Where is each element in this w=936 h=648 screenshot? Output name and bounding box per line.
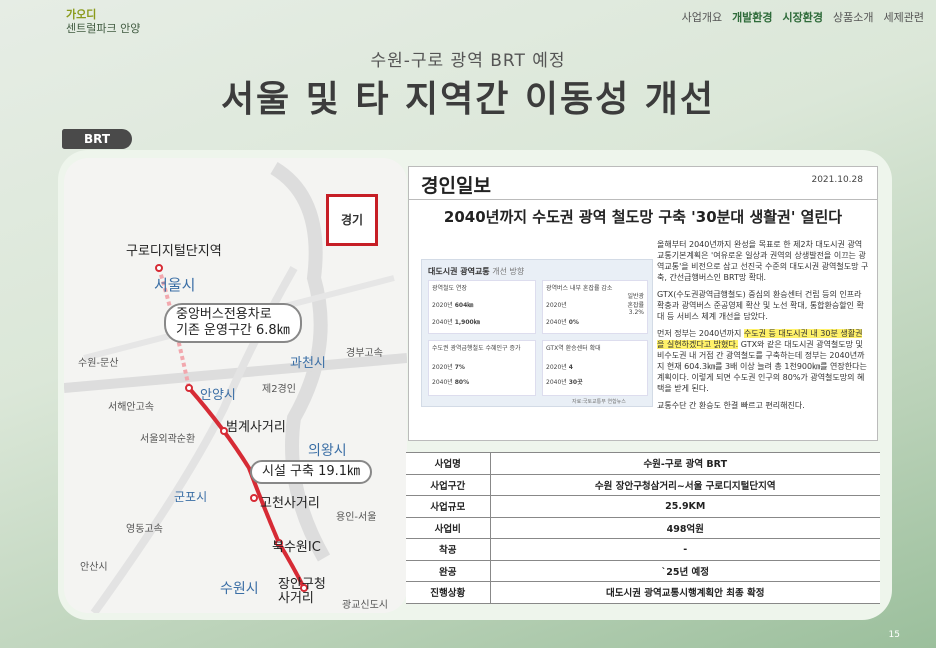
table-row: 사업명 수원-구로 광역 BRT <box>406 452 880 475</box>
nav-item-overview[interactable]: 사업개요 <box>682 9 722 25</box>
infographic-box-population: 수도권 광역급행철도 수혜인구 증가 2020년 7% 2040년 80% <box>428 340 536 396</box>
news-paragraph: 교통수단 간 환승도 한결 빠르고 편리해진다. <box>657 401 805 410</box>
label-ansan: 안산시 <box>80 562 108 573</box>
inset-map-gyeonggi: 경기 <box>326 194 378 246</box>
nav-item-market[interactable]: 시장환경 <box>783 9 823 25</box>
news-paragraph: 올해부터 2040년까지 완성을 목표로 한 제2차 대도시권 광역교통기본계획… <box>657 240 869 282</box>
infographic-credit: 자료:국토교통부 연합뉴스 <box>572 399 626 405</box>
label-gwanggyo: 광교신도시 <box>342 600 388 611</box>
page-number: 15 <box>888 630 900 640</box>
label-seohaean: 서해안고속 <box>108 402 154 413</box>
top-nav: 사업개요 개발환경 시장환경 상품소개 세제관련 <box>682 9 924 25</box>
label-gochunsa: 고천사거리 <box>260 496 320 511</box>
label-anyang: 안양시 <box>200 388 236 403</box>
section-tag: BRT <box>62 129 132 149</box>
nav-item-development[interactable]: 개발환경 <box>732 9 772 25</box>
news-clipping: 경인일보 2021.10.28 2040년까지 수도권 광역 철도망 구축 '3… <box>408 166 878 441</box>
table-row: 진행상황 대도시권 광역교통시행계획안 최종 확정 <box>406 581 880 604</box>
label-gwacheon: 과천시 <box>290 356 326 371</box>
project-info-table: 사업명 수원-구로 광역 BRT 사업구간 수원 장안구청삼거리~서울 구로디지털단… <box>406 452 880 604</box>
table-row: 사업규모 25.9KM <box>406 495 880 518</box>
label-beomgye: 범계사거리 <box>226 420 286 435</box>
page-title: 서울 및 타 지역간 이동성 개선 <box>220 79 716 120</box>
news-logo: 경인일보 <box>421 175 491 197</box>
brand-line2: 센트럴파크 안양 <box>66 22 141 35</box>
content-panel: 경기 구로디지털단지역 서울시 중앙버스전용차로 기존 운영구간 6.8㎞ 수원… <box>58 150 892 620</box>
table-row: 사업구간 수원 장안구청삼거리~서울 구로디지털단지역 <box>406 473 880 496</box>
callout-bus-lane: 중앙버스전용차로 기존 운영구간 6.8㎞ <box>164 303 302 343</box>
news-paragraph: 먼저 정부는 2040년까지 수도권 등 대도시권 내 30분 생활권을 실현하… <box>657 329 867 393</box>
news-date: 2021.10.28 <box>811 175 863 185</box>
label-suwon-munsan: 수원-문산 <box>78 358 119 369</box>
brand: 가오디 센트럴파크 안양 <box>66 8 140 36</box>
page-subtitle: 수원-구로 광역 BRT 예정 <box>370 51 566 71</box>
nav-item-products[interactable]: 상품소개 <box>833 9 873 25</box>
label-second-gyeongin: 제2경인 <box>262 384 296 395</box>
label-jangan: 장안구청 사거리 <box>278 577 326 606</box>
infographic-box-gtx: GTX역 환승센터 확대 2020년 4 2040년 30곳 <box>542 340 648 396</box>
infographic-title: 대도시권 광역교통 개선 방향 <box>428 267 525 276</box>
route-map: 경기 구로디지털단지역 서울시 중앙버스전용차로 기존 운영구간 6.8㎞ 수원… <box>64 158 407 613</box>
label-suwon: 수원시 <box>220 581 259 597</box>
news-body: 올해부터 2040년까지 완성을 목표로 한 제2차 대도시권 광역교통기본계획… <box>657 239 869 417</box>
table-row: 착공 - <box>406 538 880 561</box>
table-row: 완공 `25년 예정 <box>406 559 880 582</box>
news-headline: 2040년까지 수도권 광역 철도망 구축 '30분대 생활권' 열린다 <box>409 199 877 227</box>
label-yeongdong: 영동고속 <box>126 524 163 535</box>
label-gyeongbu: 경부고속 <box>346 348 383 359</box>
label-gunpo: 군포시 <box>174 490 208 504</box>
news-infographic: 대도시권 광역교통 개선 방향 광역철도 연장 2020년 604㎞ 2040년… <box>421 259 653 407</box>
infographic-box-bus: 광역버스 내부 혼잡률 감소 일반광 혼잡률 3.2% 2020년 2040년 … <box>542 280 648 334</box>
brand-line1: 가오디 <box>66 8 97 21</box>
label-seoul: 서울시 <box>154 276 196 294</box>
label-seoul-ring: 서울외곽순환 <box>140 434 196 445</box>
callout-new-section: 시설 구축 19.1㎞ <box>250 460 373 484</box>
label-buksuwon: 북수원IC <box>272 540 321 555</box>
nav-item-tax[interactable]: 세제관련 <box>884 9 924 25</box>
news-paragraph: GTX(수도권광역급행철도) 중심의 환승센터 건립 등의 인프라 확충과 광역… <box>657 290 864 321</box>
label-guro: 구로디지털단지역 <box>126 244 222 259</box>
table-row: 사업비 498억원 <box>406 516 880 539</box>
label-uiwang: 의왕시 <box>308 443 347 459</box>
label-yongin-seoul: 용인-서울 <box>336 512 377 523</box>
infographic-box-rail: 광역철도 연장 2020년 604㎞ 2040년 1,900㎞ <box>428 280 536 334</box>
